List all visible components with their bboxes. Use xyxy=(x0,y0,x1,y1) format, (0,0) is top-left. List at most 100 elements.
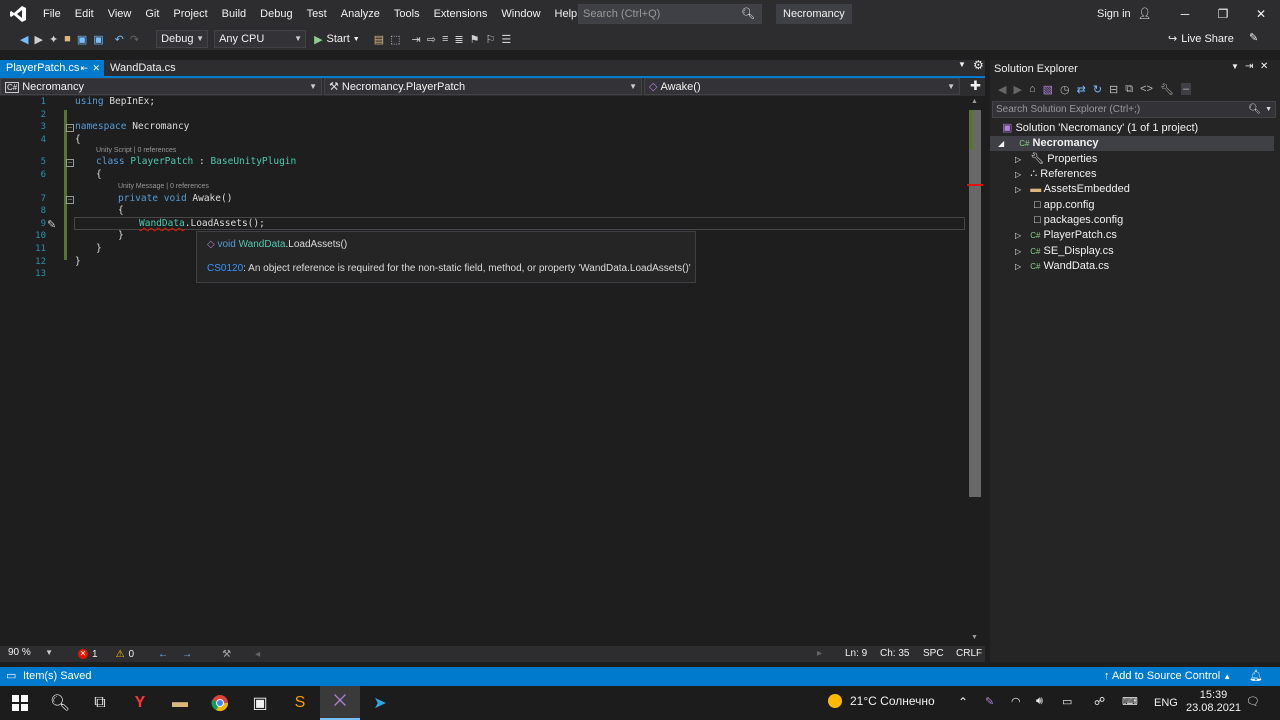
start-debugging-button[interactable]: ▶ Start ▼ xyxy=(314,33,360,46)
menu-debug[interactable]: Debug xyxy=(253,0,299,28)
clock[interactable]: 15:39 23.08.2021 xyxy=(1186,689,1241,715)
visual-studio-logo-icon[interactable] xyxy=(0,0,36,28)
new-project-icon[interactable]: ✦ xyxy=(49,33,58,46)
collapse-icon[interactable]: − xyxy=(66,124,74,132)
tree-item-se-display[interactable]: ▷ C# SE_Display.cs xyxy=(1015,244,1114,259)
language-indicator[interactable]: ENG xyxy=(1154,697,1178,709)
collapse-all-icon[interactable]: ⊟ xyxy=(1109,83,1118,96)
yandex-browser-icon[interactable]: Y xyxy=(120,686,160,720)
add-to-source-control-button[interactable]: ↑ Add to Source Control ▲ xyxy=(1104,667,1231,686)
auto-hide-pin-icon[interactable]: ⇥ xyxy=(1245,61,1253,72)
app-window-icon[interactable]: ▣ xyxy=(240,686,280,720)
global-search-input[interactable]: Search (Ctrl+Q) 🔍︎ xyxy=(578,4,762,24)
menu-test[interactable]: Test xyxy=(300,0,334,28)
visual-studio-taskbar-icon[interactable]: ⨉ xyxy=(320,686,360,720)
indent-icon[interactable]: ≡ xyxy=(442,33,448,45)
sign-in-link[interactable]: Sign in 👤︎ xyxy=(1097,0,1152,28)
open-folder-icon[interactable]: ■ xyxy=(64,33,71,45)
sync-icon[interactable]: ⇄ xyxy=(1077,83,1086,96)
redo-icon[interactable]: ↷ xyxy=(130,33,139,46)
menu-view[interactable]: View xyxy=(101,0,139,28)
close-tab-icon[interactable]: ✕ xyxy=(92,60,100,76)
tree-item-properties[interactable]: ▷ 🔧︎ Properties xyxy=(1015,152,1097,167)
tree-item-app-config[interactable]: □ app.config xyxy=(1034,198,1094,213)
search-icon[interactable]: 🔍︎ xyxy=(40,686,80,720)
scroll-down-icon[interactable]: ▼ xyxy=(971,634,978,641)
error-code-link[interactable]: CS0120 xyxy=(207,263,243,274)
window-position-icon[interactable]: ▼ xyxy=(1231,62,1239,71)
browse-folder-icon[interactable]: ▤ xyxy=(374,33,384,46)
browser-link-icon[interactable]: ⬚ xyxy=(390,33,400,46)
outdent-icon[interactable]: ≣ xyxy=(454,33,463,46)
menu-git[interactable]: Git xyxy=(138,0,166,28)
solution-platform-select[interactable]: Any CPU ▼ xyxy=(214,30,307,48)
sublime-text-icon[interactable]: S xyxy=(280,686,320,720)
menu-analyze[interactable]: Analyze xyxy=(334,0,387,28)
back-navigate-icon[interactable]: ◀ xyxy=(20,33,28,46)
zoom-select[interactable]: 90 % ▼ xyxy=(4,647,56,661)
menu-tools[interactable]: Tools xyxy=(387,0,427,28)
bookmark-icon[interactable]: ⚑ xyxy=(470,33,480,46)
close-panel-icon[interactable]: ✕ xyxy=(1260,61,1268,72)
minimize-button[interactable]: ─ xyxy=(1166,0,1204,28)
project-dropdown[interactable]: C# Necromancy ▼ xyxy=(0,78,322,95)
switch-views-icon[interactable]: ▧ xyxy=(1043,83,1053,96)
notifications-bell-icon[interactable]: 🔔︎ xyxy=(1249,667,1263,686)
volume-icon[interactable]: 🔊︎ xyxy=(1036,695,1043,708)
scroll-up-icon[interactable]: ▲ xyxy=(971,98,978,105)
solution-configuration-select[interactable]: Debug ▼ xyxy=(156,30,209,48)
tab-playerpatch[interactable]: PlayerPatch.cs ⇤ ✕ xyxy=(0,60,104,76)
action-center-icon[interactable]: 🗨︎ xyxy=(1246,695,1260,708)
scroll-right-icon[interactable]: ▸ xyxy=(817,648,822,659)
pin-icon[interactable]: ⇤ xyxy=(80,60,88,76)
network-icon[interactable]: ☍ xyxy=(1094,695,1105,708)
show-hidden-icons-icon[interactable]: ⌃ xyxy=(958,695,968,709)
scrollbar-thumb[interactable] xyxy=(969,110,981,497)
codelens-hint[interactable]: Unity Script | 0 references xyxy=(96,147,176,154)
pending-changes-icon[interactable]: ◷ xyxy=(1060,83,1070,96)
weather-widget[interactable]: 21°C Солнечно xyxy=(828,694,935,708)
maximize-button[interactable]: ❐ xyxy=(1204,0,1242,28)
menu-edit[interactable]: Edit xyxy=(68,0,101,28)
collapse-icon[interactable]: − xyxy=(66,196,74,204)
tab-overflow-icon[interactable]: ▼ xyxy=(958,60,966,69)
step-into-icon[interactable]: ⇥ xyxy=(412,33,421,46)
menu-window[interactable]: Window xyxy=(494,0,547,28)
whitespace-mode[interactable]: SPC xyxy=(923,648,944,659)
warning-count[interactable]: ⚠ 0 xyxy=(116,649,135,660)
feedback-icon[interactable]: ✎ xyxy=(1249,31,1258,44)
properties-icon[interactable]: 🔧︎ xyxy=(1160,83,1174,96)
view-code-icon[interactable]: <> xyxy=(1140,83,1153,95)
save-icon[interactable]: ▣ xyxy=(77,33,87,46)
code-cleanup-icon[interactable]: ⚒ xyxy=(222,649,231,660)
tree-item-project[interactable]: ◢ C# Necromancy xyxy=(990,136,1274,151)
error-count[interactable]: ✕ 1 xyxy=(78,649,98,660)
menu-file[interactable]: File xyxy=(36,0,68,28)
forward-icon[interactable]: ▶ xyxy=(1013,83,1021,96)
class-dropdown[interactable]: ⚒ Necromancy.PlayerPatch ▼ xyxy=(324,78,642,95)
line-ending[interactable]: CRLF xyxy=(956,648,982,659)
back-icon[interactable]: ◀ xyxy=(998,83,1006,96)
undo-icon[interactable]: ↶ xyxy=(115,33,124,46)
next-bookmark-icon[interactable]: ⚐ xyxy=(485,33,495,46)
pen-icon[interactable]: ✎ xyxy=(985,695,994,708)
output-icon[interactable]: ▭ xyxy=(6,667,16,686)
show-all-files-icon[interactable]: ⧉ xyxy=(1125,83,1133,96)
column-indicator[interactable]: Ch: 35 xyxy=(880,648,909,659)
split-window-icon[interactable]: ✚ xyxy=(970,78,981,94)
menu-build[interactable]: Build xyxy=(215,0,253,28)
tree-item-wanddata[interactable]: ▷ C# WandData.cs xyxy=(1015,259,1109,274)
preview-icon[interactable]: – xyxy=(1180,83,1192,95)
save-all-icon[interactable]: ▣ xyxy=(93,33,103,46)
tree-item-solution[interactable]: ▣ Solution 'Necromancy' (1 of 1 project) xyxy=(1002,121,1198,136)
tree-item-playerpatch[interactable]: ▷ C# PlayerPatch.cs xyxy=(1015,228,1117,243)
home-icon[interactable]: ⌂ xyxy=(1029,83,1036,95)
menu-project[interactable]: Project xyxy=(166,0,214,28)
line-indicator[interactable]: Ln: 9 xyxy=(845,648,867,659)
tab-wanddata[interactable]: WandData.cs xyxy=(104,60,182,76)
codelens-hint[interactable]: Unity Message | 0 references xyxy=(118,183,209,190)
wifi-icon[interactable]: ◠ xyxy=(1011,695,1021,708)
step-over-icon[interactable]: ⇨ xyxy=(427,33,436,46)
telegram-icon[interactable]: ➤ xyxy=(360,686,400,720)
clear-bookmarks-icon[interactable]: ☰ xyxy=(501,33,511,46)
